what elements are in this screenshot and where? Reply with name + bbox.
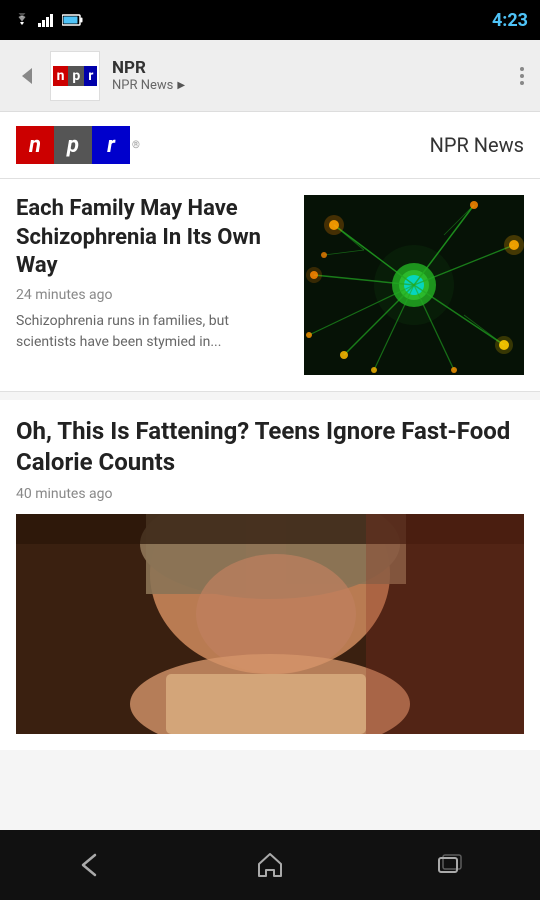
news-text-1: Each Family May Have Schizophrenia In It… (16, 195, 292, 375)
trademark-symbol: ® (132, 140, 140, 151)
app-bar: npr NPR NPR News ▶ (0, 40, 540, 112)
overflow-dot (520, 81, 524, 85)
back-button[interactable] (12, 61, 42, 91)
logo-p: p (54, 126, 92, 164)
news-title-2: Oh, This Is Fattening? Teens Ignore Fast… (16, 416, 524, 478)
app-bar-title: NPR (112, 58, 516, 78)
news-title-1: Each Family May Have Schizophrenia In It… (16, 195, 292, 281)
npr-logo: n p r ® (16, 126, 140, 164)
overflow-menu-button[interactable] (516, 63, 528, 89)
news-card-1[interactable]: Each Family May Have Schizophrenia In It… (0, 179, 540, 392)
status-icons (12, 13, 84, 27)
news-card-2[interactable]: Oh, This Is Fattening? Teens Ignore Fast… (0, 400, 540, 750)
app-bar-subtitle: NPR News ▶ (112, 78, 516, 93)
signal-icon (38, 13, 56, 27)
status-bar: 4:23 (0, 0, 540, 40)
wifi-icon (12, 13, 32, 27)
teen-image (16, 514, 524, 734)
logo-n: n (16, 126, 54, 164)
dropdown-arrow-icon: ▶ (177, 80, 185, 91)
logo-r: r (92, 126, 130, 164)
back-nav-button[interactable] (60, 835, 120, 895)
news-time-2: 40 minutes ago (16, 486, 524, 502)
npr-logo-box: n p r (16, 126, 130, 164)
news-feed: Each Family May Have Schizophrenia In It… (0, 179, 540, 750)
neuron-image (304, 195, 524, 375)
status-time: 4:23 (492, 10, 528, 31)
overflow-dot (520, 74, 524, 78)
recent-apps-button[interactable] (420, 835, 480, 895)
app-bar-text: NPR NPR News ▶ (112, 58, 516, 93)
brand-label: NPR News (430, 133, 524, 157)
home-nav-button[interactable] (240, 835, 300, 895)
app-logo-small: npr (50, 51, 100, 101)
overflow-dot (520, 67, 524, 71)
news-card-inner-1: Each Family May Have Schizophrenia In It… (16, 195, 524, 375)
battery-icon (62, 14, 84, 26)
news-desc-1: Schizophrenia runs in families, but scie… (16, 311, 292, 353)
header-brand: n p r ® NPR News (0, 112, 540, 179)
news-time-1: 24 minutes ago (16, 287, 292, 303)
bottom-nav (0, 830, 540, 900)
